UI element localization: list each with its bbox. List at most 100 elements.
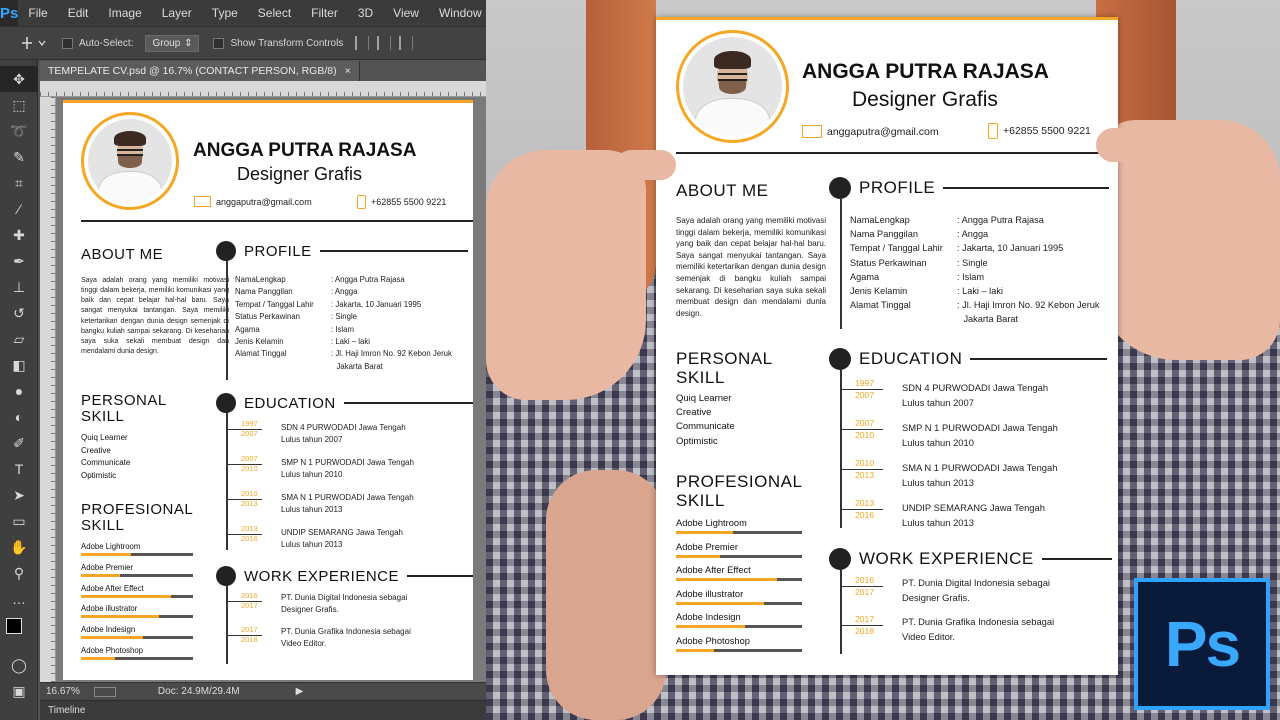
menu-file[interactable]: File	[28, 6, 47, 20]
pro-skill-name: Adobe Photoshop	[676, 635, 750, 646]
skill-level-fill	[81, 636, 143, 640]
email-icon	[194, 196, 211, 207]
auto-select-dropdown[interactable]: Group ⇕	[145, 34, 200, 52]
close-tab-icon[interactable]: ×	[345, 65, 351, 77]
pro-title-line1: PROFESIONAL	[81, 501, 194, 518]
pen-icon[interactable]: ✐	[0, 430, 38, 456]
ruler-horizontal[interactable]	[40, 81, 486, 97]
menu-filter[interactable]: Filter	[311, 6, 338, 20]
education-vertical-line	[226, 412, 228, 550]
about-text: Saya adalah orang yang memiliki motivasi…	[676, 216, 826, 318]
education-year-start: 2007	[855, 418, 875, 428]
dodge-icon[interactable]: ◐	[0, 404, 38, 430]
menu-image[interactable]: Image	[108, 6, 141, 20]
profile-label: Jenis Kelamin	[850, 286, 908, 296]
education-graduation: Lulus tahun 2010	[902, 436, 974, 448]
photo-glasses	[117, 149, 143, 156]
personal-skill-item: Creative	[676, 407, 712, 419]
cv-phone: +62855 5500 9221	[988, 123, 1091, 139]
pro-skill-name: Adobe Premier	[81, 562, 134, 572]
work-year-end: 2017	[855, 586, 875, 597]
education-year-end: 2007	[241, 429, 258, 439]
pro-skill-name: Adobe Premier	[676, 541, 739, 552]
menu-3d[interactable]: 3D	[358, 6, 373, 20]
education-graduation: Lulus tahun 2007	[902, 396, 974, 408]
dropdown-arrows-icon: ⇕	[184, 37, 193, 49]
zoom-level[interactable]: 16.67%	[46, 686, 80, 697]
color-swatches[interactable]	[0, 612, 37, 652]
work-year-start: 2016	[855, 575, 875, 585]
cv-role: Designer Grafis	[237, 164, 363, 184]
foreground-color-swatch[interactable]	[6, 618, 22, 634]
stamp-icon[interactable]: ⊥	[0, 274, 38, 300]
email-icon	[802, 125, 822, 138]
eraser-icon[interactable]: ▱	[0, 326, 38, 352]
history-brush-icon[interactable]: ↺	[0, 300, 38, 326]
eyedropper-icon[interactable]: ⁄	[0, 196, 38, 222]
skill-level-bar	[81, 573, 193, 577]
status-info-icon[interactable]	[93, 686, 116, 697]
menu-type[interactable]: Type	[212, 6, 238, 20]
personal-skill-title: PERSONAL SKILL	[676, 349, 773, 387]
document-title: TEMPELATE CV.psd @ 16.7% (CONTACT PERSON…	[48, 65, 337, 77]
move-icon[interactable]: ✥	[0, 66, 38, 92]
crop-icon[interactable]: ⌗	[0, 170, 38, 196]
menu-edit[interactable]: Edit	[68, 6, 89, 20]
align-right-icon[interactable]	[399, 36, 414, 50]
skill-level-bar	[676, 531, 802, 534]
personal-skill-item: Quiq Learner	[81, 433, 128, 442]
more-tools-icon[interactable]: …	[0, 586, 38, 612]
menu-view[interactable]: View	[393, 6, 419, 20]
profile-label: Tempat / Tanggal Lahir	[235, 299, 314, 309]
work-title: WORK EXPERIENCE	[244, 567, 400, 585]
timeline-panel-tab[interactable]: Timeline	[40, 700, 486, 720]
ruler-vertical[interactable]	[40, 97, 56, 682]
photo-glasses	[717, 72, 748, 81]
canvas-area[interactable]: ANGGA PUTRA RAJASA Designer Grafis angga…	[56, 97, 486, 682]
user-icon	[216, 241, 236, 261]
blur-icon[interactable]: ●	[0, 378, 38, 404]
profile-address-line2: Jakarta Barat	[963, 314, 1019, 325]
align-center-icon[interactable]	[377, 36, 392, 50]
brush-icon[interactable]: ✒	[0, 248, 38, 274]
tool-preset-picker[interactable]	[18, 33, 50, 53]
quick-select-icon[interactable]: ✎	[0, 144, 38, 170]
status-arrow-icon[interactable]: ▶	[296, 686, 304, 697]
skill-level-bar	[81, 594, 193, 598]
menu-select[interactable]: Select	[258, 6, 291, 20]
gradient-icon[interactable]: ◧	[0, 352, 38, 378]
work-company: PT. Dunia Grafika Indonesia sebagai	[902, 616, 1055, 627]
path-select-icon[interactable]: ➤	[0, 482, 38, 508]
skill-level-bar	[81, 553, 193, 556]
education-title: EDUCATION	[244, 394, 336, 412]
marquee-icon[interactable]: ⬚	[0, 92, 38, 118]
education-year-start: 1997	[855, 378, 875, 388]
education-year-start: 1997	[241, 419, 258, 428]
personal-skill-item: Communicate	[81, 458, 131, 468]
right-thumb	[1096, 128, 1166, 162]
zoom-icon[interactable]: ⚲	[0, 560, 38, 586]
personal-skill-item: Optimistic	[81, 470, 117, 480]
profile-address-line2: Jakarta Barat	[336, 361, 383, 371]
left-thumb	[616, 150, 676, 180]
healing-icon[interactable]: ✚	[0, 222, 38, 248]
menu-layer[interactable]: Layer	[162, 6, 192, 20]
align-left-icon[interactable]	[355, 36, 370, 50]
hand-icon[interactable]: ✋	[0, 534, 38, 560]
education-year-end: 2013	[855, 469, 875, 480]
document-tab[interactable]: TEMPELATE CV.psd @ 16.7% (CONTACT PERSON…	[40, 61, 360, 81]
cv-email: anggaputra@gmail.com	[802, 125, 939, 138]
show-transform-checkbox[interactable]	[213, 37, 225, 49]
graduation-cap-icon	[216, 393, 236, 413]
screen-mode-icon[interactable]: ▣	[0, 678, 38, 704]
quick-mask-icon[interactable]: ◯	[0, 652, 38, 678]
left-hand	[486, 150, 646, 400]
menu-window[interactable]: Window	[439, 6, 482, 20]
profile-title: PROFILE	[859, 178, 936, 197]
auto-select-checkbox[interactable]	[62, 37, 73, 49]
cv-role: Designer Grafis	[852, 88, 998, 111]
type-icon[interactable]: T	[0, 456, 38, 482]
shape-icon[interactable]: ▭	[0, 508, 38, 534]
lasso-icon[interactable]: ➰	[0, 118, 38, 144]
pro-skill-name: Adobe Lightroom	[81, 542, 141, 551]
